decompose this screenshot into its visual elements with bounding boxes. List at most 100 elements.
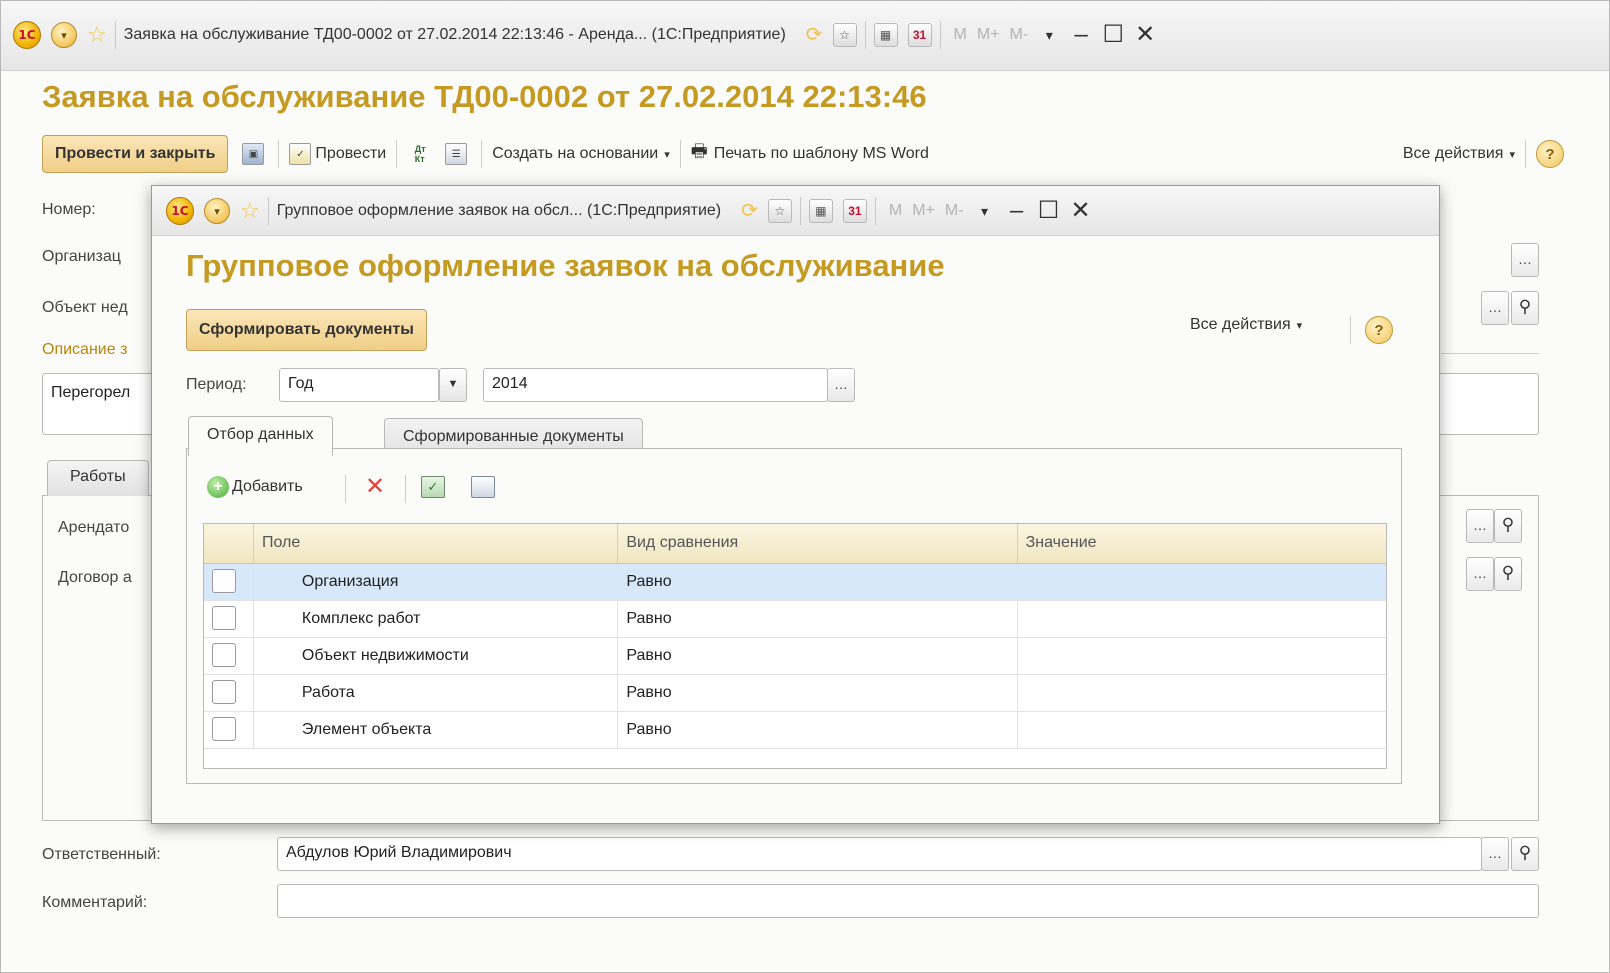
close-icon[interactable]: ✕: [1065, 199, 1097, 223]
dialog-titlebar: 1С ▾ ☆ Групповое оформление заявок на об…: [152, 186, 1439, 236]
comment-field[interactable]: [277, 884, 1539, 918]
table-row[interactable]: Работа Равно: [204, 675, 1386, 712]
responsible-label: Ответственный:: [42, 846, 161, 863]
row-value[interactable]: [1018, 675, 1386, 711]
history-icon[interactable]: ⟳: [741, 201, 758, 221]
calculator-icon[interactable]: ▦: [808, 199, 833, 223]
responsible-field[interactable]: Абдулов Юрий Владимирович: [277, 837, 1482, 871]
memory-minus-button[interactable]: M-: [1010, 26, 1029, 44]
chevron-down-icon: ▾: [1509, 148, 1515, 161]
contract-label: Договор а: [58, 569, 132, 586]
tenant-label: Арендато: [58, 519, 130, 536]
report-icon[interactable]: ☰: [445, 143, 468, 165]
all-actions-button[interactable]: Все действия ▾: [1190, 316, 1302, 334]
memory-m-button[interactable]: M: [889, 202, 902, 220]
chevron-down-icon[interactable]: ▾: [969, 204, 1001, 218]
post-button[interactable]: ✓ Провести: [289, 143, 386, 165]
dropdown-menu-icon[interactable]: ▾: [204, 198, 230, 224]
close-icon[interactable]: ✕: [1129, 23, 1161, 47]
maximize-icon[interactable]: ☐: [1033, 199, 1065, 223]
period-type-select[interactable]: Год: [279, 368, 439, 402]
dt-kt-icon[interactable]: Дт Кт: [407, 143, 433, 165]
bookmark-icon[interactable]: ☆: [767, 199, 792, 223]
help-icon[interactable]: ?: [1536, 140, 1564, 168]
page-title: Заявка на обслуживание ТД00-0002 от 27.0…: [42, 79, 927, 114]
row-comparison[interactable]: Равно: [618, 675, 1018, 711]
row-value[interactable]: [1018, 601, 1386, 637]
description-label: Описание з: [42, 341, 128, 358]
responsible-select-button[interactable]: …: [1481, 837, 1509, 871]
row-comparison[interactable]: Равно: [618, 638, 1018, 674]
row-checkbox[interactable]: [212, 569, 236, 593]
minimize-icon[interactable]: –: [1001, 199, 1033, 223]
search-icon[interactable]: ⚲: [1511, 291, 1539, 325]
delete-icon[interactable]: ✕: [365, 475, 385, 499]
help-icon[interactable]: ?: [1365, 316, 1393, 344]
row-checkbox[interactable]: [212, 606, 236, 630]
dropdown-menu-icon[interactable]: ▾: [51, 22, 77, 48]
column-header-comparison[interactable]: Вид сравнения: [618, 524, 1018, 563]
row-checkbox[interactable]: [212, 643, 236, 667]
chevron-down-icon[interactable]: ▾: [1033, 28, 1065, 42]
memory-m-button[interactable]: M: [954, 26, 967, 44]
minimize-icon[interactable]: –: [1065, 23, 1097, 47]
post-icon: ✓: [289, 143, 312, 165]
generate-documents-button[interactable]: Сформировать документы: [186, 309, 427, 351]
add-button[interactable]: + Добавить: [207, 476, 303, 498]
table-row[interactable]: Элемент объекта Равно: [204, 712, 1386, 749]
all-actions-button[interactable]: Все действия ▾: [1403, 145, 1515, 163]
chevron-down-icon[interactable]: ▼: [439, 368, 467, 402]
contract-select-button[interactable]: …: [1466, 557, 1494, 591]
row-checkbox[interactable]: [212, 717, 236, 741]
print-word-button[interactable]: 🖶 Печать по шаблону MS Word: [691, 139, 929, 169]
post-and-close-button[interactable]: Провести и закрыть: [42, 135, 229, 173]
period-select-button[interactable]: …: [827, 368, 855, 402]
object-select-button[interactable]: …: [1481, 291, 1509, 325]
row-value[interactable]: [1018, 638, 1386, 674]
organization-select-button[interactable]: …: [1511, 243, 1539, 277]
table-row[interactable]: Объект недвижимости Равно: [204, 638, 1386, 675]
search-icon[interactable]: ⚲: [1511, 837, 1539, 871]
uncheck-all-icon[interactable]: [471, 476, 495, 498]
row-value[interactable]: [1018, 564, 1386, 600]
memory-plus-button[interactable]: M+: [977, 26, 1000, 44]
organization-label: Организац: [42, 248, 121, 265]
maximize-icon[interactable]: ☐: [1097, 23, 1129, 47]
print-icon: 🖶: [690, 141, 708, 161]
period-value-field[interactable]: 2014: [483, 368, 828, 402]
row-comparison[interactable]: Равно: [618, 601, 1018, 637]
chevron-down-icon: ▾: [664, 148, 670, 161]
create-based-on-button[interactable]: Создать на основании ▾: [492, 145, 670, 163]
dialog-heading: Групповое оформление заявок на обслужива…: [186, 248, 945, 283]
search-icon[interactable]: ⚲: [1494, 509, 1522, 543]
tab-works[interactable]: Работы: [47, 460, 149, 496]
tenant-select-button[interactable]: …: [1466, 509, 1494, 543]
favorite-star-icon[interactable]: ☆: [87, 24, 107, 46]
row-field: Объект недвижимости: [254, 638, 619, 674]
chevron-down-icon: ▾: [1296, 319, 1303, 332]
calculator-icon[interactable]: ▦: [873, 23, 898, 47]
calendar-icon[interactable]: 31: [907, 23, 932, 47]
logo-icon[interactable]: 1С: [13, 21, 41, 49]
row-comparison[interactable]: Равно: [618, 712, 1018, 748]
period-label: Период:: [186, 376, 247, 393]
tab-data-selection[interactable]: Отбор данных: [188, 416, 333, 456]
table-row[interactable]: Организация Равно: [204, 564, 1386, 601]
row-checkbox[interactable]: [212, 680, 236, 704]
logo-icon[interactable]: 1С: [166, 197, 194, 225]
memory-minus-button[interactable]: M-: [945, 202, 964, 220]
row-field: Организация: [254, 564, 619, 600]
calendar-icon[interactable]: 31: [842, 199, 867, 223]
table-row[interactable]: Комплекс работ Равно: [204, 601, 1386, 638]
history-icon[interactable]: ⟳: [806, 25, 823, 45]
row-value[interactable]: [1018, 712, 1386, 748]
search-icon[interactable]: ⚲: [1494, 557, 1522, 591]
column-header-value[interactable]: Значение: [1018, 524, 1386, 563]
save-icon[interactable]: ▣: [242, 143, 265, 165]
memory-plus-button[interactable]: M+: [912, 202, 935, 220]
check-all-icon[interactable]: ✓: [421, 476, 445, 498]
column-header-field[interactable]: Поле: [254, 524, 619, 563]
favorite-star-icon[interactable]: ☆: [240, 200, 260, 222]
bookmark-icon[interactable]: ☆: [832, 23, 857, 47]
row-comparison[interactable]: Равно: [618, 564, 1018, 600]
